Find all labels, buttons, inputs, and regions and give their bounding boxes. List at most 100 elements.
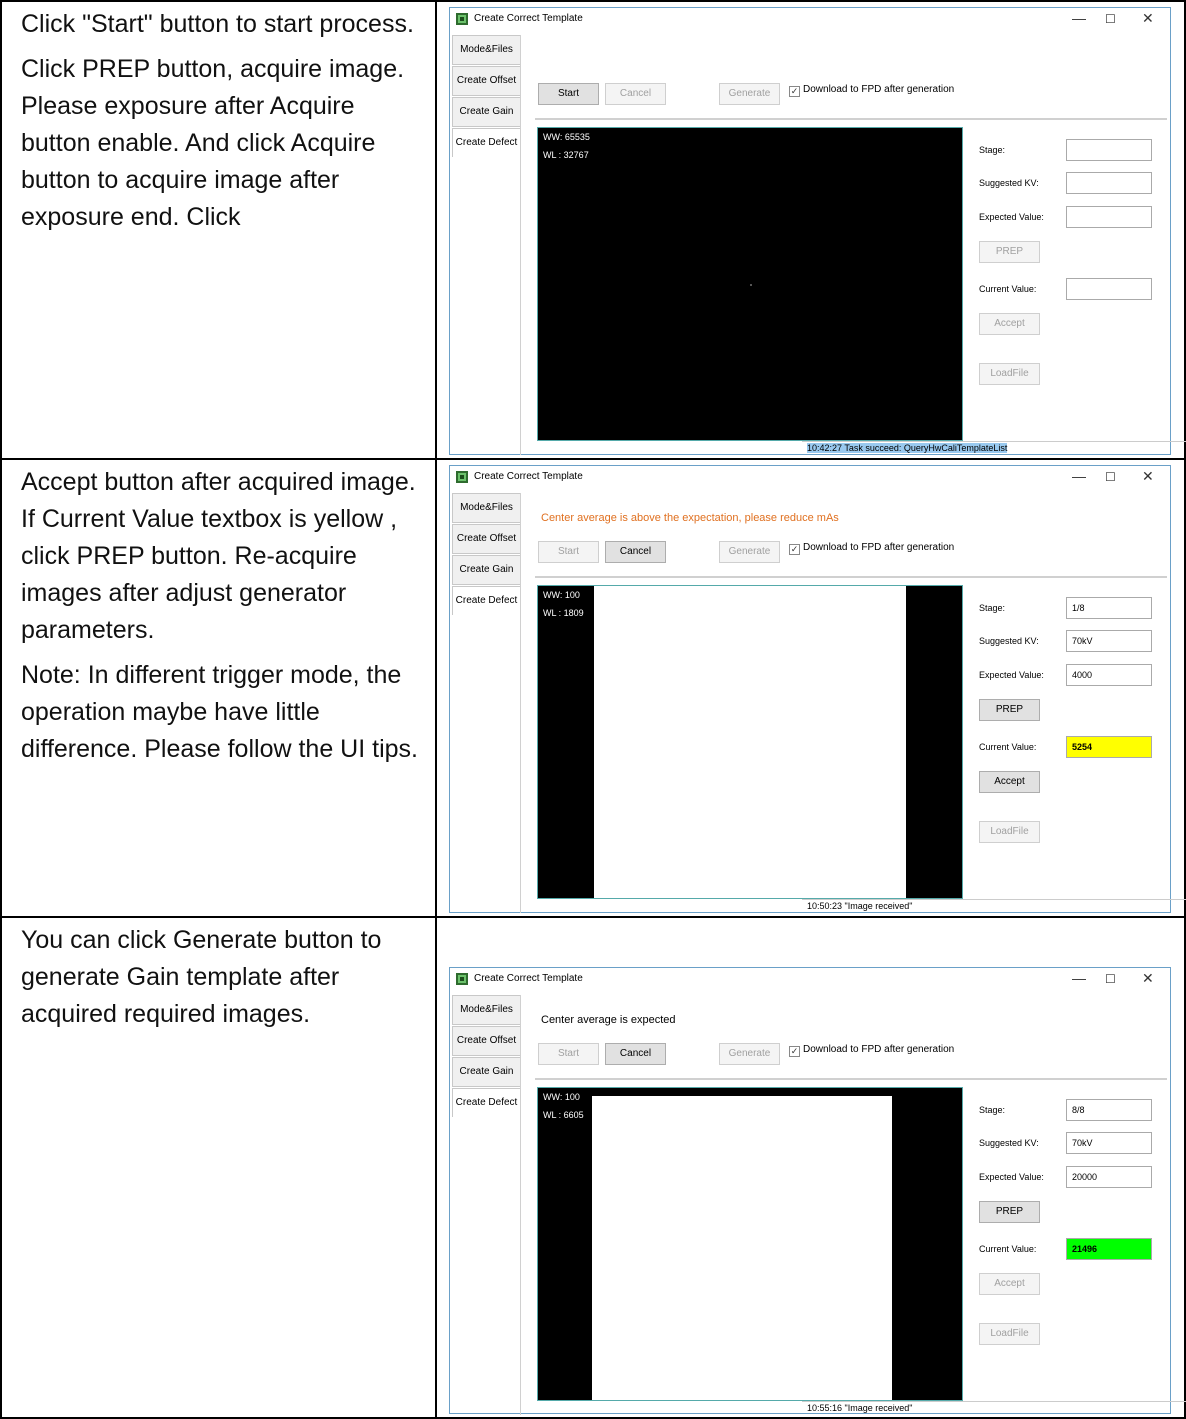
close-icon[interactable]: ✕ [1142,970,1154,987]
status-message: Center average is expected [541,1014,676,1026]
tab-create-offset[interactable]: Create Offset [452,1026,521,1056]
current-value-field[interactable]: 21496 [1066,1238,1152,1260]
download-checkbox[interactable]: ✓ Download to FPD after generation [789,83,954,97]
instruction-paragraph: Click PREP button, acquire image. Please… [21,55,405,231]
start-button[interactable]: Start [538,1043,599,1065]
checkbox-check-icon[interactable]: ✓ [789,86,800,97]
window-level-label: WL : 1809 [543,608,584,618]
acquired-image [592,1096,892,1400]
divider [535,1078,1167,1080]
close-icon[interactable]: ✕ [1142,468,1154,485]
status-text: 10:55:16 "Image received" [807,1403,913,1413]
maximize-icon[interactable]: ☐ [1105,972,1116,986]
tab-create-defect[interactable]: Create Defect [452,586,521,615]
title-bar: Create Correct Template — ☐ ✕ [450,466,1170,488]
tab-mode-files[interactable]: Mode&Files [452,35,521,65]
create-template-window: Create Correct Template — ☐ ✕ Mode&Files… [449,967,1186,1415]
tab-panel: Center average is expected Start Cancel … [520,995,1186,1415]
tab-create-gain[interactable]: Create Gain [452,1057,521,1087]
window-title: Create Correct Template [474,13,583,24]
divider [535,118,1167,120]
checkbox-label: Download to FPD after generation [803,84,955,95]
image-viewer[interactable]: WW: 65535 WL : 32767 [537,127,963,441]
create-template-window: Create Correct Template — ☐ ✕ Mode&Files… [449,7,1186,455]
start-button[interactable]: Start [538,83,599,105]
current-value-field[interactable] [1066,278,1152,300]
prep-button[interactable]: PREP [979,699,1040,721]
current-value-label: Current Value: [979,284,1037,294]
stage-field[interactable]: 1/8 [1066,597,1152,619]
expected-value-field[interactable]: 4000 [1066,664,1152,686]
app-icon [456,13,468,25]
cancel-button[interactable]: Cancel [605,1043,666,1065]
app-icon [456,973,468,985]
maximize-icon[interactable]: ☐ [1105,12,1116,26]
checkbox-check-icon[interactable]: ✓ [789,1046,800,1057]
suggested-kv-field[interactable] [1066,172,1152,194]
current-value-field[interactable]: 5254 [1066,736,1152,758]
tab-create-gain[interactable]: Create Gain [452,97,521,127]
status-bar: 10:42:27 Task succeed: QueryHwCaliTempla… [802,441,1186,455]
tab-create-defect[interactable]: Create Defect [452,1088,521,1117]
accept-button[interactable]: Accept [979,1273,1040,1295]
cancel-button[interactable]: Cancel [605,83,666,105]
expected-value-label: Expected Value: [979,1172,1044,1182]
image-viewer[interactable]: WW: 100 WL : 1809 [537,585,963,899]
instruction-text: Click "Start" button to start process. C… [21,6,425,244]
window-level-label: WL : 6605 [543,1110,584,1120]
start-button[interactable]: Start [538,541,599,563]
window-width-label: WW: 65535 [543,132,590,142]
download-checkbox[interactable]: ✓ Download to FPD after generation [789,541,954,555]
acquired-image [594,586,906,898]
suggested-kv-field[interactable]: 70kV [1066,1132,1152,1154]
stage-field[interactable]: 8/8 [1066,1099,1152,1121]
accept-button[interactable]: Accept [979,313,1040,335]
current-value-label: Current Value: [979,742,1037,752]
image-viewer[interactable]: WW: 100 WL : 6605 [537,1087,963,1401]
status-message: Center average is above the expectation,… [541,512,839,524]
stage-field[interactable] [1066,139,1152,161]
checkbox-check-icon[interactable]: ✓ [789,544,800,555]
close-icon[interactable]: ✕ [1142,10,1154,27]
stage-label: Stage: [979,145,1006,155]
minimize-icon[interactable]: — [1072,10,1086,26]
instruction-paragraph: Click "Start" button to start process. [21,10,414,38]
download-checkbox[interactable]: ✓ Download to FPD after generation [789,1043,954,1057]
instruction-paragraph: You can click Generate button to generat… [21,926,382,1028]
tab-create-defect[interactable]: Create Defect [452,128,521,157]
prep-button[interactable]: PREP [979,241,1040,263]
minimize-icon[interactable]: — [1072,468,1086,484]
accept-button[interactable]: Accept [979,771,1040,793]
minimize-icon[interactable]: — [1072,970,1086,986]
expected-value-field[interactable]: 20000 [1066,1166,1152,1188]
tab-strip: Mode&Files Create Offset Create Gain Cre… [452,35,521,455]
tab-create-offset[interactable]: Create Offset [452,66,521,96]
tab-mode-files[interactable]: Mode&Files [452,493,521,523]
expected-value-field[interactable] [1066,206,1152,228]
status-bar: 10:50:23 "Image received"⌄ [802,899,1186,913]
generate-button[interactable]: Generate [719,541,780,563]
tab-create-gain[interactable]: Create Gain [452,555,521,585]
stage-label: Stage: [979,1105,1006,1115]
app-icon [456,471,468,483]
window-level-label: WL : 32767 [543,150,589,160]
tab-panel: Center average is above the expectation,… [520,493,1186,913]
loadfile-button[interactable]: LoadFile [979,363,1040,385]
checkbox-label: Download to FPD after generation [803,542,955,553]
create-template-window: Create Correct Template — ☐ ✕ Mode&Files… [449,465,1186,913]
tab-mode-files[interactable]: Mode&Files [452,995,521,1025]
instruction-paragraph: Note: In different trigger mode, the ope… [21,661,418,763]
generate-button[interactable]: Generate [719,83,780,105]
prep-button[interactable]: PREP [979,1201,1040,1223]
suggested-kv-label: Suggested KV: [979,1138,1039,1148]
window-title: Create Correct Template [474,471,583,482]
tab-create-offset[interactable]: Create Offset [452,524,521,554]
suggested-kv-field[interactable]: 70kV [1066,630,1152,652]
expected-value-label: Expected Value: [979,670,1044,680]
maximize-icon[interactable]: ☐ [1105,470,1116,484]
loadfile-button[interactable]: LoadFile [979,1323,1040,1345]
instruction-text: Accept button after acquired image. If C… [21,464,425,776]
cancel-button[interactable]: Cancel [605,541,666,563]
loadfile-button[interactable]: LoadFile [979,821,1040,843]
generate-button[interactable]: Generate [719,1043,780,1065]
